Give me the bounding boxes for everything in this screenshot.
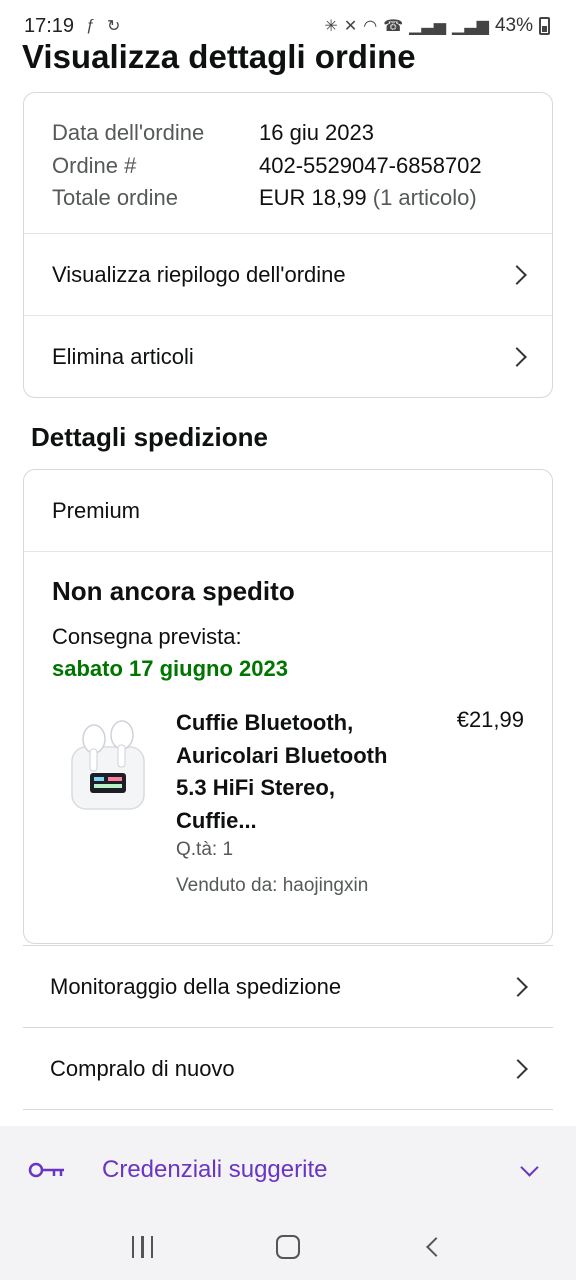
order-total-row: Totale ordine EUR 18,99 (1 articolo) — [52, 182, 524, 215]
suggested-credentials-label: Credenziali suggerite — [102, 1156, 328, 1183]
order-date-label: Data dell'ordine — [52, 120, 205, 145]
order-item-count: (1 articolo) — [372, 185, 477, 210]
key-icon — [28, 1162, 64, 1178]
delete-items-label: Elimina articoli — [52, 344, 194, 369]
product-seller: Venduto da: haojingxin — [176, 875, 369, 896]
shipment-card: Premium Non ancora spedito Consegna prev… — [23, 469, 553, 944]
chevron-right-icon — [507, 264, 527, 285]
product-quantity: Q.tà: 1 — [176, 839, 234, 860]
page-title: Visualizza dettagli ordine — [22, 38, 416, 75]
mute-icon: ✕ — [343, 18, 358, 35]
back-button[interactable] — [413, 1227, 453, 1267]
divider — [23, 1109, 553, 1110]
order-summary-link[interactable]: Visualizza riepilogo dell'ordine — [24, 234, 552, 316]
recent-apps-button[interactable] — [123, 1227, 163, 1267]
home-button[interactable] — [268, 1227, 308, 1267]
shipment-status: Non ancora spedito — [52, 576, 295, 606]
buy-again-link[interactable]: Compralo di nuovo — [23, 1027, 553, 1109]
track-shipment-link[interactable]: Monitoraggio della spedizione — [23, 945, 553, 1027]
status-time: 17:19 — [24, 14, 75, 37]
shipping-method: Premium — [24, 470, 552, 552]
order-total-label: Totale ordine — [52, 185, 178, 210]
order-info-card: Data dell'ordine 16 giu 2023 Ordine # 40… — [23, 92, 553, 398]
chevron-right-icon — [508, 1058, 528, 1079]
order-item[interactable]: Cuffie Bluetooth, Auricolari Bluetooth 5… — [52, 707, 524, 907]
product-price: €21,99 — [456, 707, 524, 732]
order-date-value: 16 giu 2023 — [259, 120, 374, 145]
delivery-label: Consegna prevista: — [52, 624, 242, 649]
order-number-value: 402-5529047-6858702 — [259, 152, 482, 178]
shipment-body: Non ancora spedito Consegna prevista: sa… — [24, 552, 552, 907]
order-date-row: Data dell'ordine 16 giu 2023 — [52, 117, 524, 150]
chevron-right-icon — [508, 976, 528, 997]
wifi-calling-icon: ☎ — [383, 18, 404, 35]
shipping-section-title: Dettagli spedizione — [31, 422, 268, 452]
system-navigation-bar — [0, 1214, 576, 1280]
f-app-icon: ƒ — [86, 17, 95, 34]
order-total-value: EUR 18,99 (1 articolo) — [259, 182, 477, 215]
order-info: Data dell'ordine 16 giu 2023 Ordine # 40… — [24, 93, 552, 234]
suggested-credentials-bar[interactable]: Credenziali suggerite — [0, 1126, 576, 1214]
back-icon — [426, 1237, 447, 1257]
order-number-row: Ordine # 402-5529047-6858702 — [52, 150, 524, 183]
status-bar-right: ✳ ✕ ◠ ☎ ▁▃▅ ▁▃▆ 43% — [324, 15, 550, 37]
recent-apps-icon — [131, 1236, 154, 1258]
home-icon — [275, 1235, 300, 1259]
delete-items-link[interactable]: Elimina articoli — [24, 316, 552, 398]
product-title[interactable]: Cuffie Bluetooth, Auricolari Bluetooth 5… — [176, 707, 406, 837]
wifi-icon: ◠ — [363, 18, 378, 35]
order-number-label: Ordine # — [52, 152, 137, 178]
battery-icon — [539, 17, 550, 35]
signal-icon: ▁▃▅ — [409, 18, 447, 35]
order-summary-label: Visualizza riepilogo dell'ordine — [52, 261, 346, 287]
buy-again-label: Compralo di nuovo — [50, 1055, 235, 1081]
chevron-right-icon — [507, 347, 527, 367]
product-image[interactable] — [68, 713, 148, 813]
status-bar-left: 17:19 ƒ ↻ — [24, 15, 120, 38]
track-shipment-label: Monitoraggio della spedizione — [50, 973, 342, 999]
order-total-amount: EUR 18,99 — [259, 185, 367, 210]
delivery-date: sabato 17 giugno 2023 — [52, 656, 288, 681]
chevron-down-icon[interactable] — [520, 1157, 539, 1177]
battery-level: 43% — [494, 15, 533, 36]
signal-icon-2: ▁▃▆ — [452, 18, 489, 35]
bluetooth-icon: ✳ — [324, 18, 338, 35]
sync-icon: ↻ — [106, 18, 121, 35]
